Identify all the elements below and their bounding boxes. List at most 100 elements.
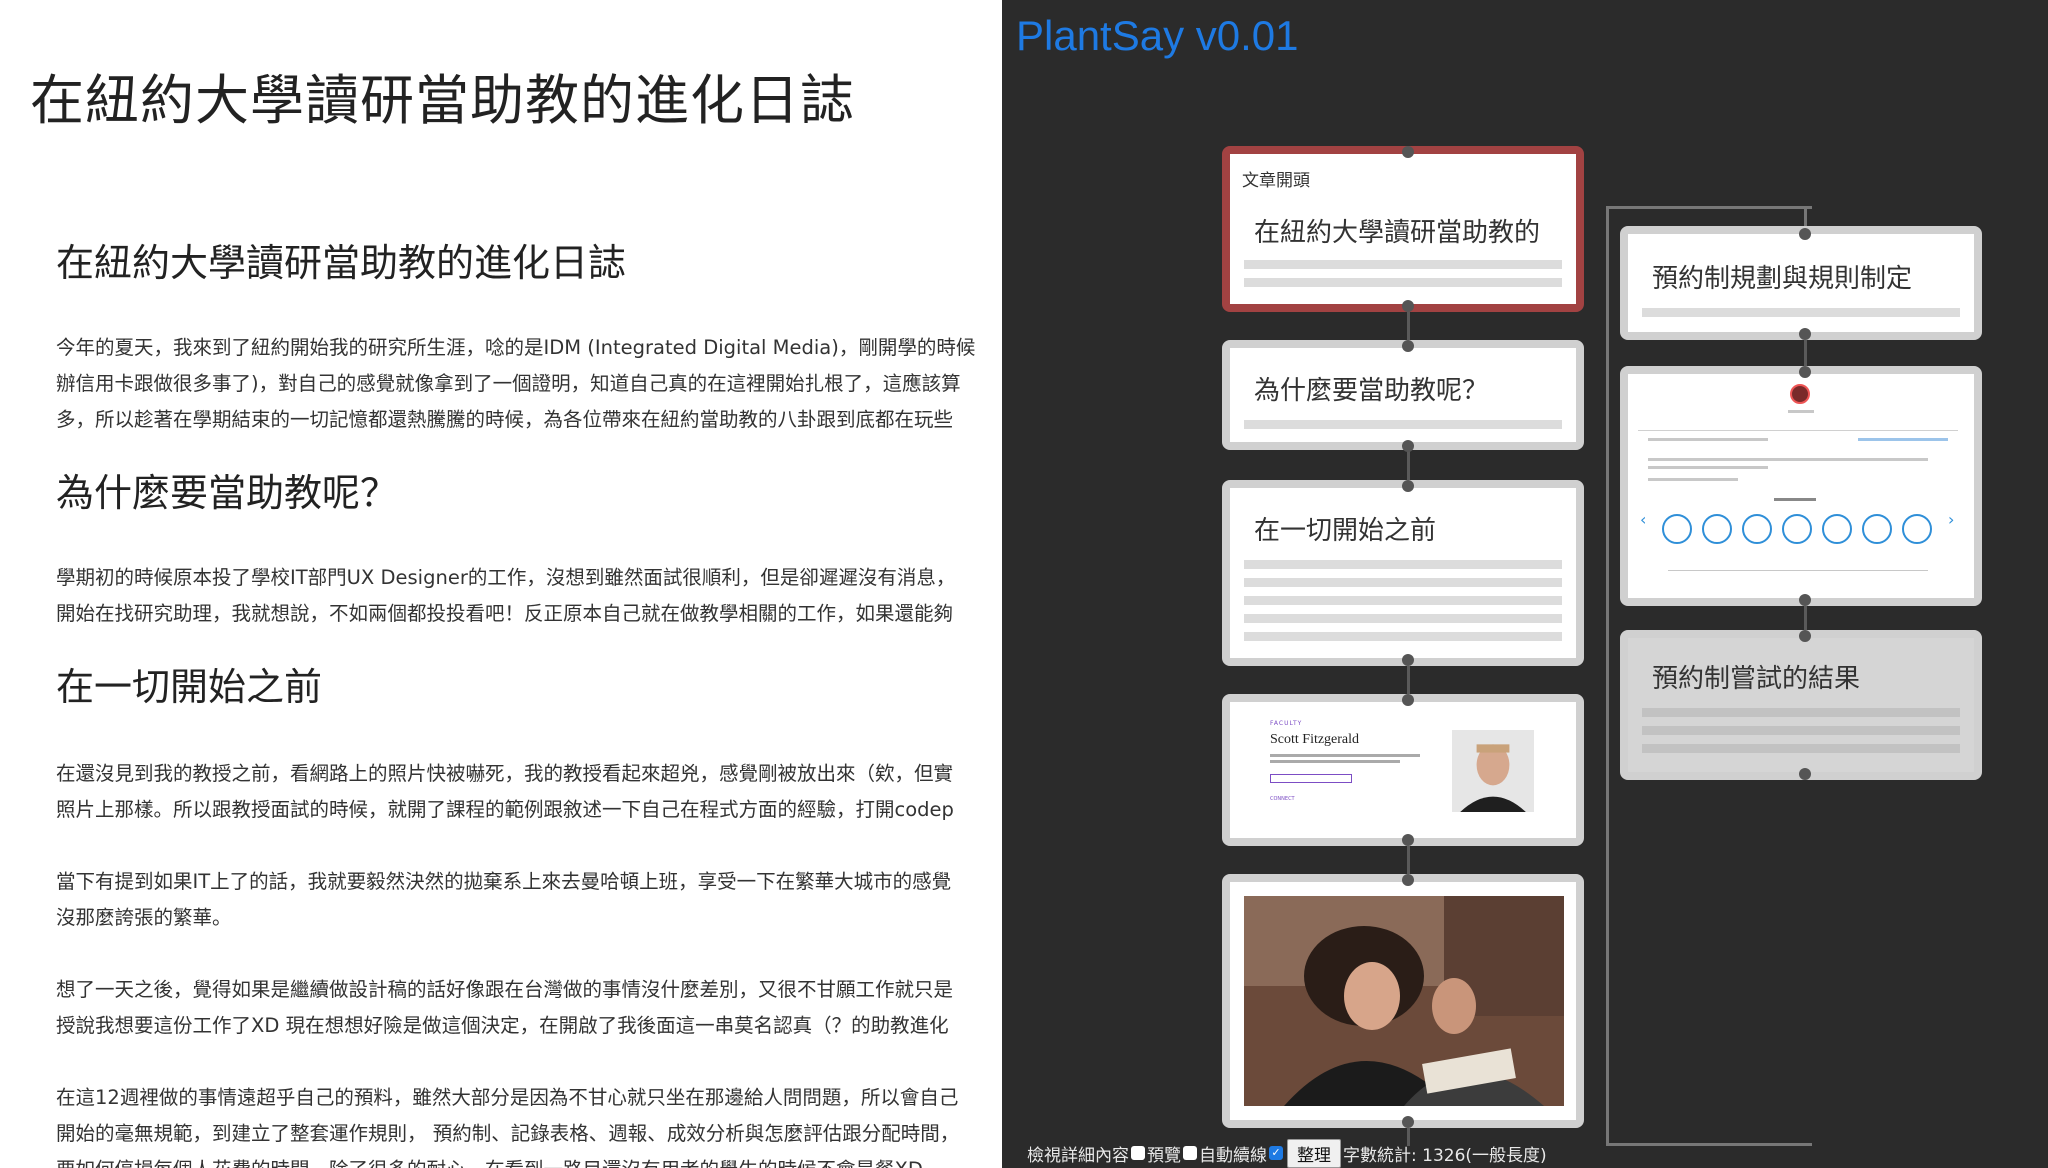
paragraph-line: 在還沒見到我的教授之前，看網路上的照片快被嚇死，我的教授看起來超兇，感覺剛被放出… <box>56 762 954 785</box>
connect-label: CONNECT <box>1270 796 1295 802</box>
paragraph-line: 開始在找研究助理，我就想說，不如兩個都投投看吧！反正原本自己就在做教學相關的工作… <box>56 602 954 625</box>
text-placeholder-bar <box>1244 278 1562 287</box>
connection-dot[interactable] <box>1402 340 1414 352</box>
paragraph-line: 今年的夏天，我來到了紐約開始我的研究所生涯，唸的是IDM (Integrated… <box>56 336 976 359</box>
day-option[interactable] <box>1662 514 1692 544</box>
page-title: 在紐約大學讀研當助教的進化日誌 <box>30 69 855 132</box>
section-heading: 在一切開始之前 <box>56 665 323 709</box>
avatar <box>1790 384 1810 404</box>
connection-dot[interactable] <box>1799 594 1811 606</box>
notice-text <box>1648 458 1928 461</box>
connection-dot[interactable] <box>1799 630 1811 642</box>
profile-tag <box>1270 774 1352 783</box>
connection-dot[interactable] <box>1402 874 1414 886</box>
plantsay-canvas[interactable]: PlantSay v0.01 文章開頭 在紐約大學讀研當助教的 為什麼要當助教呢… <box>1002 0 2048 1168</box>
connection-dot[interactable] <box>1402 146 1414 158</box>
app-title: PlantSay v0.01 <box>1016 12 1299 59</box>
paragraph-line: 在這12週裡做的事情遠超乎自己的預料，雖然大部分是因為不甘心就只坐在那邊給人問問… <box>56 1086 959 1109</box>
day-option[interactable] <box>1742 514 1772 544</box>
students-photo <box>1244 896 1564 1106</box>
text-placeholder-bar <box>1244 632 1562 641</box>
chevron-right-icon[interactable]: › <box>1948 510 1954 529</box>
card-title: 在一切開始之前 <box>1254 516 1437 546</box>
day-option[interactable] <box>1902 514 1932 544</box>
card-title: 為什麼要當助教呢？ <box>1254 376 1489 406</box>
paragraph-line: 多，所以趁著在學期結束的一切記憶都還熱騰騰的時候，為各位帶來在紐約當助教的八卦跟… <box>56 408 954 431</box>
paragraph-line: 辦信用卡跟做很多事了)，對自己的感覺就像拿到了一個證明，知道自己真的在這裡開始扎… <box>56 372 961 395</box>
card-profile-image[interactable]: FACULTY Scott Fitzgerald CONNECT <box>1222 694 1584 846</box>
paragraph-line: 當下有提到如果IT上了的話，我就要毅然決然的拋棄系上來去曼哈頓上班，享受一下在繁… <box>56 870 952 893</box>
day-option[interactable] <box>1822 514 1852 544</box>
text-placeholder-bar <box>1642 308 1960 317</box>
text-placeholder-bar <box>1642 708 1960 717</box>
card-label: 文章開頭 <box>1242 171 1310 191</box>
profile-name: Scott Fitzgerald <box>1270 732 1360 747</box>
select-day-label <box>1774 498 1816 501</box>
connection-dot[interactable] <box>1402 834 1414 846</box>
document-pane: 在紐約大學讀研當助教的進化日誌 在紐約大學讀研當助教的進化日誌 今年的夏天，我來… <box>0 0 1002 1168</box>
day-option[interactable] <box>1862 514 1892 544</box>
card-photo[interactable] <box>1222 874 1584 1128</box>
paragraph-line: 想了一天之後，覺得如果是繼續做設計稿的話好像跟在台灣做的事情沒什麼差別，又很不甘… <box>56 978 954 1001</box>
card-before[interactable]: 在一切開始之前 <box>1222 480 1584 666</box>
flow-connector-top <box>1606 206 1812 209</box>
divider <box>1638 430 1958 431</box>
paragraph-line: 開始的毫無規範，到建立了整套運作規則， 預約制、記錄表格、週報、成效分析與怎麼評… <box>56 1122 960 1145</box>
profile-description <box>1270 754 1420 757</box>
text-placeholder-bar <box>1244 596 1562 605</box>
card-booking-result[interactable]: 預約制嘗試的結果 <box>1620 630 1982 780</box>
office-hour-title <box>1648 438 1768 441</box>
card-title: 在紐約大學讀研當助教的 <box>1254 218 1541 248</box>
connection-dot[interactable] <box>1402 654 1414 666</box>
text-placeholder-bar <box>1244 260 1562 269</box>
organize-button[interactable]: 整理 <box>1287 1138 1341 1168</box>
connection-dot[interactable] <box>1799 228 1811 240</box>
preview-label: 預覽 <box>1147 1145 1181 1166</box>
connection-dot[interactable] <box>1402 694 1414 706</box>
portrait-image <box>1452 730 1534 812</box>
text-placeholder-bar <box>1244 614 1562 623</box>
auto-connect-label: 自動續線 <box>1199 1145 1267 1166</box>
paragraph-line: 學期初的時候原本投了學校IT部門UX Designer的工作，沒想到雖然面試很順… <box>56 566 956 589</box>
connection-dot[interactable] <box>1402 440 1414 452</box>
paragraph-line: 照片上那樣。所以跟教授面試的時候，就開了課程的範例跟敘述一下自己在程式方面的經驗… <box>56 798 954 821</box>
paragraph-line: 要如何停損每個人花費的時間，除了很多的耐心，在看到一路目還沒有用者的學生的時候不… <box>56 1152 923 1168</box>
profile-description <box>1270 760 1400 763</box>
word-count: 字數統計: 1326(一般長度) <box>1343 1145 1547 1166</box>
card-booking-image[interactable]: ‹ › <box>1620 366 1982 606</box>
day-option[interactable] <box>1782 514 1812 544</box>
card-why[interactable]: 為什麼要當助教呢？ <box>1222 340 1584 450</box>
card-booking-plan[interactable]: 預約制規劃與規則制定 <box>1620 226 1982 340</box>
chevron-left-icon[interactable]: ‹ <box>1640 510 1646 529</box>
timeline-line <box>1668 570 1928 571</box>
connection-dot[interactable] <box>1799 366 1811 378</box>
text-placeholder-bar <box>1244 420 1562 429</box>
auto-connect-checkbox[interactable]: ✓ <box>1269 1146 1283 1160</box>
connection-dot[interactable] <box>1799 768 1811 780</box>
notice-text <box>1648 466 1768 469</box>
card-intro[interactable]: 文章開頭 在紐約大學讀研當助教的 <box>1222 146 1584 312</box>
avatar-name <box>1788 410 1814 413</box>
bottom-toolbar: 檢視詳細內容 預覽 自動續線 ✓ 整理 字數統計: 1326(一般長度) <box>1027 1138 1547 1168</box>
connection-dot[interactable] <box>1799 328 1811 340</box>
card-title: 預約制規劃與規則制定 <box>1652 264 1913 294</box>
section-heading: 在紐約大學讀研當助教的進化日誌 <box>56 241 627 285</box>
view-details-label: 檢視詳細內容 <box>1027 1145 1129 1166</box>
card-title: 預約制嘗試的結果 <box>1652 664 1861 694</box>
day-option[interactable] <box>1702 514 1732 544</box>
faculty-label: FACULTY <box>1270 720 1303 727</box>
text-placeholder-bar <box>1244 578 1562 587</box>
text-placeholder-bar <box>1642 744 1960 753</box>
view-details-checkbox[interactable] <box>1131 1146 1145 1160</box>
paragraph-line: 授說我想要這份工作了XD 現在想想好險是做這個決定，在開啟了我後面這一串莫名認真… <box>56 1014 949 1037</box>
connection-dot[interactable] <box>1402 300 1414 312</box>
preview-checkbox[interactable] <box>1183 1146 1197 1160</box>
text-placeholder-bar <box>1244 560 1562 569</box>
text-placeholder-bar <box>1642 726 1960 735</box>
timezone-link <box>1858 438 1948 441</box>
location-text <box>1648 478 1738 481</box>
paragraph-line: 沒那麼誇張的繁華。 <box>56 906 232 929</box>
connection-dot[interactable] <box>1402 480 1414 492</box>
section-heading: 為什麼要當助教呢？ <box>56 471 399 515</box>
connection-dot[interactable] <box>1402 1116 1414 1128</box>
